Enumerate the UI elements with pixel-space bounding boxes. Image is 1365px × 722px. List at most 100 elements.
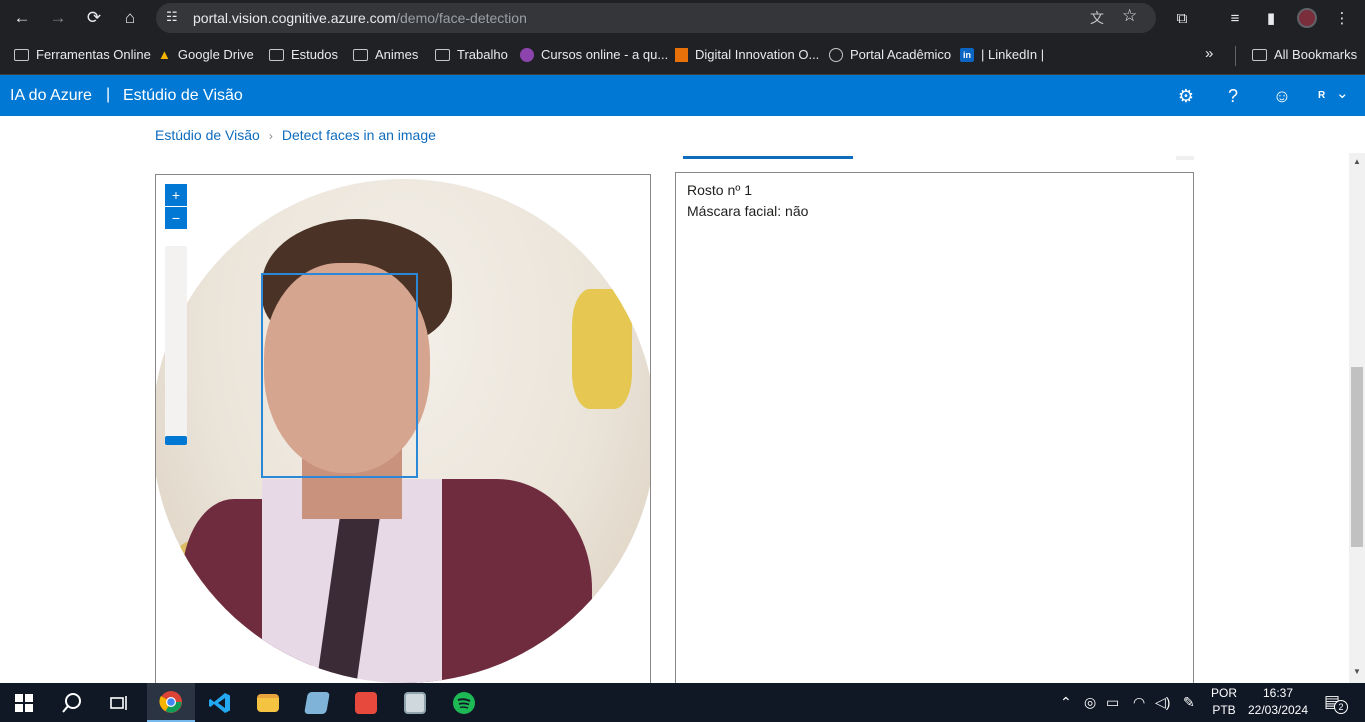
breadcrumb: Estúdio de Visão › Detect faces in an imag…: [155, 127, 436, 143]
header-separator: |: [106, 86, 111, 103]
dio-site-icon: [675, 47, 688, 62]
clock-time: 16:37: [1262, 686, 1294, 700]
scrollbar-thumb[interactable]: [1351, 367, 1363, 547]
page-scrollbar[interactable]: ▲ ▼: [1349, 153, 1365, 683]
bookmark-label: Ferramentas Online: [36, 47, 151, 62]
media-control-icon[interactable]: ≡: [1221, 4, 1249, 32]
chrome-app-icon[interactable]: [147, 683, 195, 722]
task-view-icon[interactable]: [96, 683, 144, 722]
bookmark-label: Animes: [375, 47, 419, 62]
bookmark-label: Google Drive: [177, 47, 254, 62]
chevron-down-icon[interactable]: ⌄: [1336, 84, 1349, 102]
all-bookmarks[interactable]: All Bookmarks: [1252, 47, 1357, 62]
bookmark-estudos[interactable]: Estudos: [269, 47, 338, 62]
wifi-icon[interactable]: ◠: [1133, 694, 1145, 711]
cursos-site-icon: [520, 47, 534, 62]
bookmark-trabalho[interactable]: Trabalho: [435, 47, 508, 62]
tray-app-icon[interactable]: ◎: [1084, 694, 1096, 711]
linkedin-icon: in: [960, 47, 974, 62]
input-language[interactable]: POR PTB: [1208, 685, 1240, 719]
translate-icon[interactable]: 文: [1090, 8, 1104, 28]
side-panel-icon[interactable]: ▮: [1257, 4, 1285, 32]
azure-header: IA do Azure | Estúdio de Visão ⚙ ? ☺ R ⌄: [0, 75, 1365, 116]
bookmark-linkedin[interactable]: in | LinkedIn |: [960, 47, 1044, 62]
clock-date: 22/03/2024: [1247, 703, 1309, 717]
forward-icon[interactable]: →: [44, 4, 72, 32]
windows-start-icon[interactable]: [0, 683, 48, 722]
vscode-app-icon[interactable]: [196, 683, 244, 722]
volume-icon[interactable]: ◁): [1155, 694, 1170, 711]
zoom-slider-thumb[interactable]: [165, 436, 187, 445]
notepad-app-icon[interactable]: [293, 683, 341, 722]
breadcrumb-root-link[interactable]: Estúdio de Visão: [155, 127, 260, 143]
menu-kebab-icon[interactable]: ⋮: [1328, 4, 1356, 32]
all-bookmarks-label: All Bookmarks: [1274, 47, 1358, 62]
more-bookmarks-icon[interactable]: »: [1205, 45, 1213, 62]
scroll-hint: [1176, 156, 1194, 160]
windows-taskbar: ⌃ ◎ ▭ ◠ ◁) ✎ POR PTB 16:37 22/03/2024 ▤ …: [0, 683, 1365, 722]
zoom-out-button[interactable]: −: [165, 207, 187, 229]
home-icon[interactable]: ⌂: [116, 4, 144, 32]
scroll-down-icon[interactable]: ▼: [1353, 667, 1361, 676]
pen-workspace-icon[interactable]: ✎: [1183, 694, 1195, 711]
language-code: POR: [1210, 686, 1237, 700]
breadcrumb-current[interactable]: Detect faces in an image: [282, 127, 436, 143]
show-hidden-icons-chevron-icon[interactable]: ⌃: [1060, 694, 1072, 711]
breadcrumb-chevron-icon: ›: [268, 129, 273, 143]
browser-toolbar: ← → ⟳ ⌂ ☷ portal.vision.cognitive.azure.…: [0, 0, 1365, 36]
url-host: portal.vision.cognitive.azure.com: [193, 10, 397, 26]
battery-icon[interactable]: ▭: [1106, 694, 1119, 711]
google-drive-icon: ▲: [158, 47, 171, 62]
face-mask-result: Máscara facial: não: [687, 203, 809, 219]
product-title-link[interactable]: Estúdio de Visão: [123, 87, 243, 105]
bookmark-label: Cursos online - a qu...: [541, 47, 669, 62]
folder-icon: [353, 48, 368, 61]
scroll-up-icon[interactable]: ▲: [1353, 157, 1361, 166]
search-icon[interactable]: [48, 683, 96, 722]
help-icon[interactable]: ?: [1221, 84, 1245, 108]
feedback-smiley-icon[interactable]: ☺: [1270, 84, 1294, 108]
reload-icon[interactable]: ⟳: [80, 4, 108, 32]
bookmark-label: Trabalho: [457, 47, 508, 62]
bookmark-label: | LinkedIn |: [981, 47, 1045, 62]
globe-icon: [829, 47, 843, 62]
bookmark-label: Digital Innovation O...: [695, 47, 820, 62]
profile-avatar[interactable]: [1297, 8, 1317, 28]
zoom-slider-track[interactable]: [165, 246, 187, 442]
url-text[interactable]: portal.vision.cognitive.azure.com/demo/f…: [193, 10, 527, 26]
notification-count: 2: [1334, 700, 1348, 714]
face-bounding-box[interactable]: [261, 273, 418, 478]
bookmark-cursos-online[interactable]: Cursos online - a qu...: [520, 47, 668, 62]
face-number: Rosto nº 1: [687, 182, 753, 198]
file-explorer-icon[interactable]: [244, 683, 292, 722]
bookmark-ferramentas-online[interactable]: Ferramentas Online: [14, 47, 151, 62]
bookmark-portal-academico[interactable]: Portal Acadêmico: [829, 47, 951, 62]
site-settings-icon[interactable]: ☷: [166, 9, 178, 25]
url-path: /demo/face-detection: [396, 10, 527, 26]
bookmark-label: Estudos: [291, 47, 338, 62]
folder-icon: [14, 48, 29, 61]
settings-gear-icon[interactable]: ⚙: [1174, 84, 1198, 108]
bookmark-digital-innovation[interactable]: Digital Innovation O...: [675, 47, 819, 62]
back-icon[interactable]: ←: [8, 4, 36, 32]
folder-icon: [269, 48, 284, 61]
folder-icon: [435, 48, 450, 61]
calendar-app-icon[interactable]: [342, 683, 390, 722]
detection-results-panel: Rosto nº 1 Máscara facial: não: [675, 172, 1194, 692]
azure-brand-link[interactable]: IA do Azure: [10, 87, 92, 105]
bookmark-star-icon[interactable]: ☆: [1122, 6, 1137, 26]
bookmarks-divider: [1235, 46, 1236, 66]
bookmark-animes[interactable]: Animes: [353, 47, 418, 62]
zoom-in-button[interactable]: +: [165, 184, 187, 206]
clock[interactable]: 16:37 22/03/2024: [1244, 685, 1312, 719]
snipping-tool-icon[interactable]: [391, 683, 439, 722]
extensions-icon[interactable]: ⧉: [1168, 4, 1196, 32]
bookmark-label: Portal Acadêmico: [850, 47, 952, 62]
keyboard-layout: PTB: [1212, 703, 1236, 717]
spotify-app-icon[interactable]: [440, 683, 488, 722]
address-bar[interactable]: ☷ portal.vision.cognitive.azure.com/demo…: [156, 3, 1156, 33]
user-initial[interactable]: R: [1318, 90, 1325, 101]
bookmarks-bar: Ferramentas Online ▲ Google Drive Estudos…: [0, 36, 1365, 75]
bookmark-google-drive[interactable]: ▲ Google Drive: [158, 47, 254, 62]
selected-tab-indicator: [683, 156, 853, 159]
